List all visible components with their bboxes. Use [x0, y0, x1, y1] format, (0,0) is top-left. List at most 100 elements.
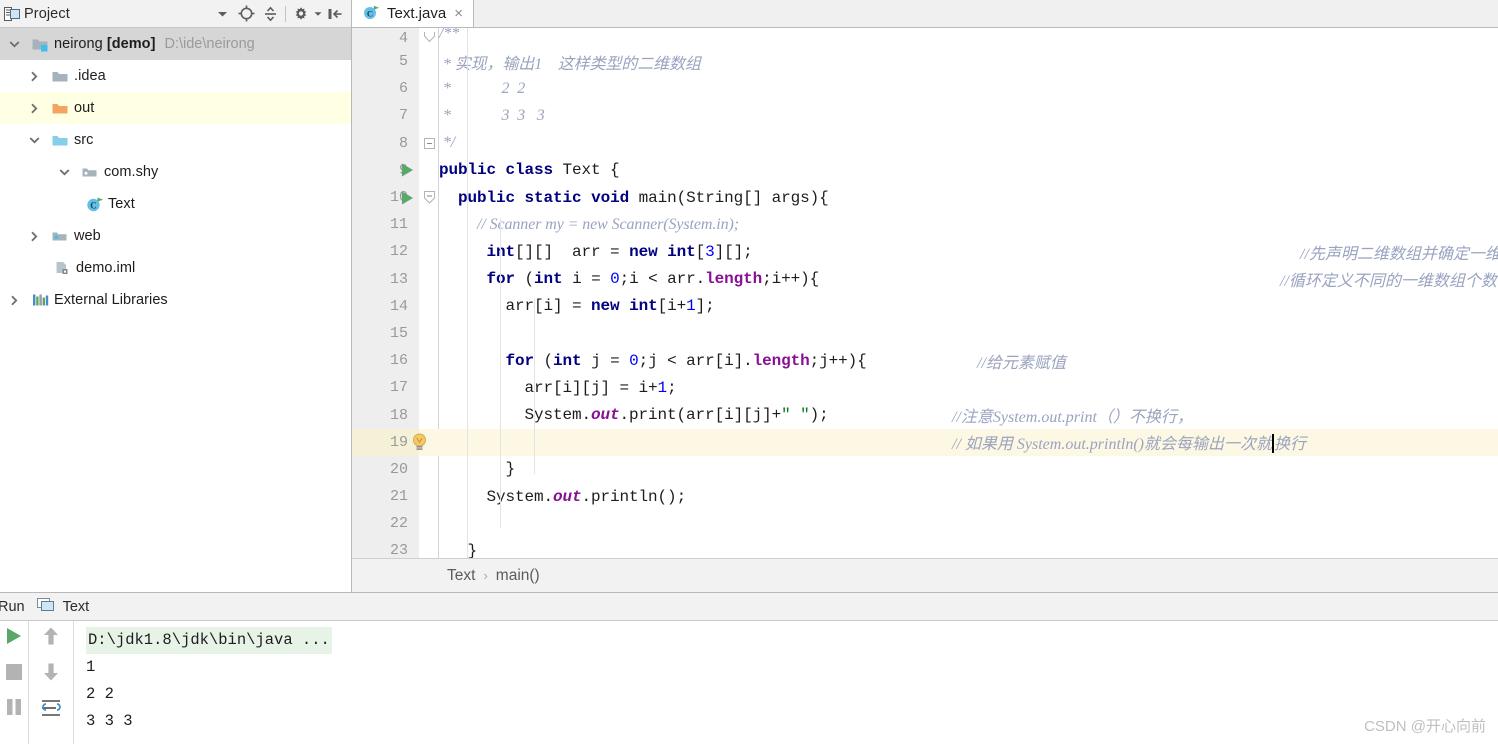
tree-item-demo-iml[interactable]: demo.iml — [0, 252, 351, 284]
fold-collapse-icon[interactable] — [419, 184, 439, 211]
code-fragment: ;i < arr. — [619, 270, 706, 289]
tree-item-external-libraries[interactable]: External Libraries — [0, 284, 351, 316]
code-fragment: ]; — [695, 297, 715, 316]
code-fragment: i = — [562, 270, 611, 289]
code-editor[interactable]: 4 /** 5 * 实现，输出1 这样类型的二维数组 6 * 2 2 7 * 3… — [352, 28, 1498, 558]
keyword-for: for — [505, 351, 535, 370]
code-line-23[interactable]: 23 } — [352, 537, 1498, 558]
code-line-14[interactable]: 14 arr[i] = new int[i+1]; — [352, 293, 1498, 320]
tree-item-out[interactable]: out — [0, 92, 351, 124]
code-line-18[interactable]: 18 System.out.print(arr[i][j]+" "); //注意… — [352, 401, 1498, 428]
chevron-right-icon[interactable] — [0, 295, 28, 306]
code-line-17[interactable]: 17 arr[i][j] = i+1; — [352, 374, 1498, 401]
chevron-down-icon[interactable] — [0, 40, 28, 48]
tree-item-src[interactable]: src — [0, 124, 351, 156]
number-literal: 0 — [629, 351, 639, 370]
console-icon — [36, 597, 56, 617]
method-signature: main(String[] args){ — [629, 188, 829, 207]
fold-end-icon[interactable] — [419, 130, 439, 157]
code-text: arr[i][j] = i+1; — [439, 379, 677, 397]
tree-item-web[interactable]: web — [0, 220, 351, 252]
tree-item-label: neirong [demo] — [54, 36, 156, 52]
project-panel-header: Project — [0, 0, 351, 28]
field-length: length — [705, 270, 763, 289]
tree-item-com-shy[interactable]: com.shy — [0, 156, 351, 188]
tree-item-label: demo.iml — [76, 260, 136, 276]
soft-wrap-icon[interactable] — [40, 698, 62, 721]
editor-tab-text-java[interactable]: C Text.java × — [352, 0, 474, 27]
line-number: 12 — [389, 243, 408, 261]
folder-blue-icon — [48, 133, 74, 148]
fold-start-icon[interactable] — [419, 28, 439, 48]
run-class-gutter-icon[interactable] — [392, 157, 422, 184]
code-line-6[interactable]: 6 * 2 2 — [352, 75, 1498, 102]
line-number: 7 — [398, 107, 408, 125]
keyword-int: int — [667, 242, 696, 261]
chevron-down-icon[interactable] — [50, 168, 78, 176]
stop-icon[interactable] — [5, 663, 23, 684]
svg-text:C: C — [90, 200, 97, 210]
code-fragment: .print(arr[i][j]+ — [619, 406, 782, 425]
tree-item-text-class[interactable]: C Text — [0, 188, 351, 220]
code-line-19[interactable]: 19 // 如果用 System.out.println()就会每输出一次就 换行 — [352, 428, 1498, 456]
code-line-15[interactable]: 15 — [352, 320, 1498, 347]
gear-dropdown-icon[interactable] — [313, 3, 323, 25]
hide-panel-icon[interactable] — [323, 3, 347, 25]
chevron-down-icon[interactable] — [20, 136, 48, 144]
chevron-right-icon[interactable] — [20, 231, 48, 242]
indent-guide — [500, 218, 501, 528]
run-tab-text[interactable]: Text — [36, 597, 89, 617]
code-line-9[interactable]: 9 public class Text { — [352, 157, 1498, 184]
comment-scanner: // Scanner my = new Scanner(System.in); — [477, 215, 739, 233]
breadcrumb-class[interactable]: Text — [447, 567, 475, 585]
tree-item-path: D:\ide\neirong — [164, 36, 255, 52]
code-line-20[interactable]: 20 } — [352, 456, 1498, 483]
project-tool-window: Project neirong [demo] D:\ide\neirong .i… — [0, 0, 352, 592]
collapse-all-icon[interactable] — [258, 3, 282, 25]
code-line-5[interactable]: 5 * 实现，输出1 这样类型的二维数组 — [352, 48, 1498, 75]
locate-crosshair-icon[interactable] — [234, 3, 258, 25]
code-text: * 实现，输出1 这样类型的二维数组 — [439, 55, 701, 73]
code-fragment: ; — [667, 378, 677, 397]
web-folder-icon — [48, 229, 74, 244]
code-text: // Scanner my = new Scanner(System.in); — [439, 216, 739, 234]
code-fragment: ][]; — [714, 242, 753, 261]
tree-item-label: com.shy — [104, 164, 159, 180]
tree-item-neirong[interactable]: neirong [demo] D:\ide\neirong — [0, 28, 351, 60]
code-line-4[interactable]: 4 /** — [352, 28, 1498, 48]
pause-icon[interactable] — [5, 698, 23, 719]
console-output[interactable]: D:\jdk1.8\jdk\bin\java ... 1 2 2 3 3 3 — [74, 621, 1498, 744]
chevron-right-icon[interactable] — [20, 71, 48, 82]
close-icon[interactable]: × — [454, 5, 463, 22]
editor-tab-label: Text.java — [387, 5, 447, 22]
code-line-12[interactable]: 12 int[][] arr = new int[3][]; //先声明二维数组… — [352, 238, 1498, 265]
code-line-8[interactable]: 8 */ — [352, 130, 1498, 157]
side-comment-12: //先声明二维数组并确定一维数组的个数 — [1300, 245, 1498, 263]
console-command-line: D:\jdk1.8\jdk\bin\java ... — [86, 627, 332, 654]
arrow-down-icon[interactable] — [42, 662, 60, 685]
code-text: arr[i] = new int[i+1]; — [439, 297, 715, 315]
code-line-11[interactable]: 11 // Scanner my = new Scanner(System.in… — [352, 211, 1498, 238]
keyword-int: int — [553, 351, 582, 370]
code-fragment: [i+ — [657, 297, 687, 316]
chevron-right-icon[interactable] — [20, 103, 48, 114]
run-method-gutter-icon[interactable] — [392, 184, 422, 211]
code-fragment: [][] arr = — [515, 242, 630, 261]
gear-icon[interactable] — [289, 3, 313, 25]
editor-area: C Text.java × 4 /** 5 * 实现，输出1 这样类型的二维数组… — [352, 0, 1498, 592]
code-line-10[interactable]: 10 public static void main(String[] args… — [352, 184, 1498, 211]
intention-bulb-icon[interactable] — [404, 429, 434, 456]
chevron-down-icon[interactable] — [210, 3, 234, 25]
arrow-up-icon[interactable] — [42, 626, 60, 649]
tree-item-idea[interactable]: .idea — [0, 60, 351, 92]
breadcrumb-method[interactable]: main() — [496, 567, 540, 585]
run-play-icon[interactable] — [4, 626, 24, 649]
code-line-13[interactable]: 13 for (int i = 0;i < arr.length;i++){ /… — [352, 266, 1498, 293]
tree-item-label: src — [74, 132, 94, 148]
code-line-7[interactable]: 7 * 3 3 3 — [352, 102, 1498, 129]
console-line: D:\jdk1.8\jdk\bin\java ... — [86, 627, 1498, 654]
code-line-21[interactable]: 21 System.out.println(); — [352, 483, 1498, 510]
code-line-16[interactable]: 16 for (int j = 0;j < arr[i].length;j++)… — [352, 347, 1498, 374]
line-number: 17 — [389, 379, 408, 397]
code-line-22[interactable]: 22 — [352, 510, 1498, 537]
